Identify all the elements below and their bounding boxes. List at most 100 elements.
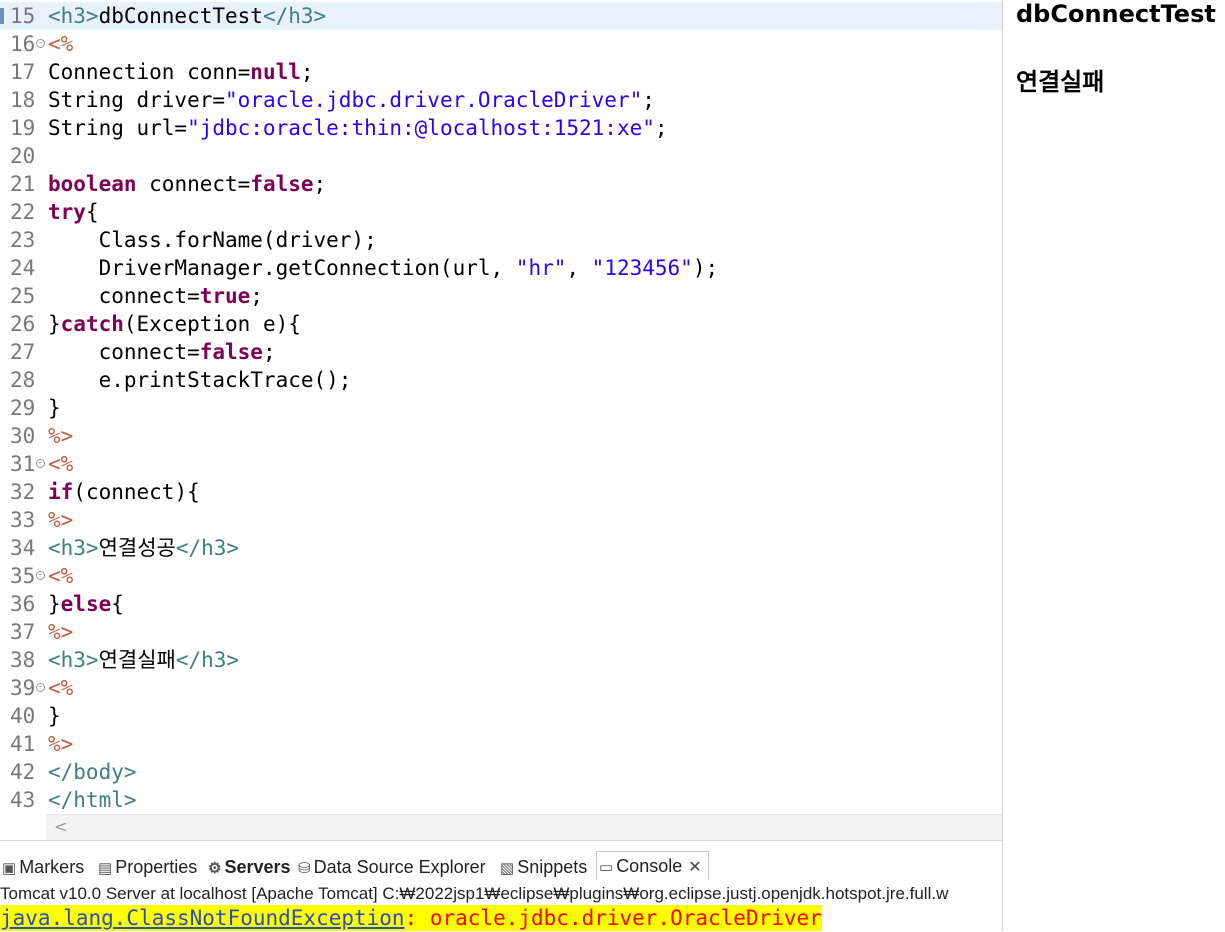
code-token: ; [262, 340, 276, 364]
code-line[interactable]: 20 [0, 142, 1002, 170]
code-text[interactable]: }catch(Exception e){ [48, 310, 301, 338]
tab-data-source-explorer[interactable]: ⛁ Data Source Explorer [298, 853, 486, 881]
code-text[interactable]: e.printStackTrace(); [48, 366, 352, 394]
code-text[interactable]: </html> [48, 786, 137, 814]
code-text[interactable]: %> [48, 730, 73, 758]
code-text[interactable]: }else{ [48, 590, 124, 618]
line-number: 43 [10, 788, 36, 812]
code-text[interactable]: DriverManager.getConnection(url, "hr", "… [48, 254, 719, 282]
fold-toggle-icon[interactable]: − [36, 571, 45, 580]
code-text[interactable]: boolean connect=false; [48, 170, 326, 198]
code-token: catch [60, 312, 124, 336]
code-token: null [250, 60, 301, 84]
code-line[interactable]: 26}catch(Exception e){ [0, 310, 1002, 338]
code-text[interactable]: <% [48, 450, 73, 478]
code-line[interactable]: 30 %> [0, 422, 1002, 450]
code-line[interactable]: 38 <h3>연결실패</h3> [0, 646, 1002, 674]
code-text[interactable]: } [48, 702, 61, 730]
tab-snippets[interactable]: ▧ Snippets [500, 853, 587, 881]
code-line[interactable]: 19 String url="jdbc:oracle:thin:@localhos… [0, 114, 1002, 142]
code-line[interactable]: 35− <% [0, 562, 1002, 590]
code-text[interactable]: Class.forName(driver); [48, 226, 377, 254]
code-line[interactable]: 23 Class.forName(driver); [0, 226, 1002, 254]
code-text[interactable]: %> [48, 618, 73, 646]
code-token: "hr" [515, 256, 567, 280]
code-line[interactable]: 24 DriverManager.getConnection(url, "hr"… [0, 254, 1002, 282]
code-text[interactable]: </body> [48, 758, 137, 786]
line-number: 16 [10, 32, 36, 56]
code-token: String url= [48, 116, 188, 140]
code-line[interactable]: 42 </body> [0, 758, 1002, 786]
tab-console[interactable]: ▭ Console ✕ [596, 851, 709, 880]
code-editor[interactable]: 15 <h3>dbConnectTest</h3> 16− <% 17 Connectio… [0, 0, 1002, 840]
code-line[interactable]: 15 <h3>dbConnectTest</h3> [0, 2, 1002, 30]
line-number: 27 [10, 340, 36, 364]
code-text[interactable]: %> [48, 422, 73, 450]
code-line[interactable]: 25 connect=true; [0, 282, 1002, 310]
tab-markers[interactable]: ▣ Markers [2, 853, 84, 881]
code-text[interactable]: connect=false; [48, 338, 276, 366]
code-line[interactable]: 16− <% [0, 30, 1002, 58]
code-text[interactable]: <h3>연결실패</h3> [48, 646, 239, 674]
code-line[interactable]: 31− <% [0, 450, 1002, 478]
code-line[interactable]: 40} [0, 702, 1002, 730]
code-text[interactable]: } [48, 394, 61, 422]
code-line[interactable]: 21 boolean connect=false; [0, 170, 1002, 198]
line-number: 42 [10, 760, 36, 784]
fold-toggle-icon[interactable]: − [36, 683, 45, 692]
code-line[interactable]: 18 String driver="oracle.jdbc.driver.Orac… [0, 86, 1002, 114]
tab-properties[interactable]: ▤ Properties [98, 853, 197, 881]
code-token: %> [48, 424, 74, 448]
code-text[interactable]: <% [48, 674, 73, 702]
exception-class-link[interactable]: java.lang.ClassNotFoundException [0, 906, 405, 930]
code-text[interactable]: connect=true; [48, 282, 263, 310]
tab-servers[interactable]: ⚙ Servers [208, 853, 291, 881]
code-token: true [199, 284, 251, 308]
code-token: ; [250, 284, 263, 308]
code-text[interactable]: <h3>dbConnectTest</h3> [48, 2, 326, 30]
code-text[interactable]: <h3>연결성공</h3> [48, 534, 239, 562]
code-line[interactable]: 37 %> [0, 618, 1002, 646]
tab-label: Console [616, 856, 683, 876]
code-token: </h3> [262, 4, 327, 28]
code-text[interactable]: Connection conn=null; [48, 58, 314, 86]
code-line[interactable]: 34 <h3>연결성공</h3> [0, 534, 1002, 562]
code-line[interactable]: 29} [0, 394, 1002, 422]
code-text[interactable]: <% [48, 30, 73, 58]
line-number: 32 [10, 480, 36, 504]
code-text[interactable]: if(connect){ [48, 478, 200, 506]
snippets-icon: ▧ [500, 860, 515, 877]
close-icon[interactable]: ✕ [688, 859, 701, 876]
code-line[interactable]: 41 %> [0, 730, 1002, 758]
code-text[interactable]: %> [48, 506, 73, 534]
code-token: </h3> [175, 536, 240, 560]
code-line[interactable]: 39− <% [0, 674, 1002, 702]
code-line[interactable]: 17 Connection conn=null; [0, 58, 1002, 86]
line-number: 30 [10, 424, 36, 448]
code-line[interactable]: 33 %> [0, 506, 1002, 534]
code-token: (connect){ [73, 480, 200, 504]
code-line[interactable]: 28 e.printStackTrace(); [0, 366, 1002, 394]
fold-toggle-icon[interactable]: − [36, 459, 45, 468]
console-title: Tomcat v10.0 Server at localhost [Apache… [0, 884, 949, 903]
code-token: "oracle.jdbc.driver.OracleDriver" [225, 88, 643, 112]
code-token: } [48, 312, 61, 336]
code-text[interactable]: String url="jdbc:oracle:thin:@localhost:… [48, 114, 668, 142]
properties-icon: ▤ [98, 860, 113, 877]
code-line[interactable]: 32 if(connect){ [0, 478, 1002, 506]
code-line[interactable]: 22 try{ [0, 198, 1002, 226]
code-text[interactable]: <% [48, 562, 73, 590]
code-line[interactable]: 36}else{ [0, 590, 1002, 618]
code-line[interactable]: 27 connect=false; [0, 338, 1002, 366]
preview-title: dbConnectTest [1016, 0, 1216, 28]
horizontal-scrollbar[interactable]: < [46, 814, 1002, 840]
code-line[interactable]: 43 </html> [0, 786, 1002, 814]
code-text[interactable]: String driver="oracle.jdbc.driver.Oracle… [48, 86, 655, 114]
code-token: connect= [48, 340, 200, 364]
line-number: 35 [10, 564, 36, 588]
exception-message: : oracle.jdbc.driver.OracleDriver [404, 906, 822, 930]
code-token: Class.forName(driver); [48, 228, 377, 252]
code-text[interactable]: try{ [48, 198, 99, 226]
fold-toggle-icon[interactable]: − [36, 39, 45, 48]
chevron-left-icon[interactable]: < [54, 817, 67, 836]
